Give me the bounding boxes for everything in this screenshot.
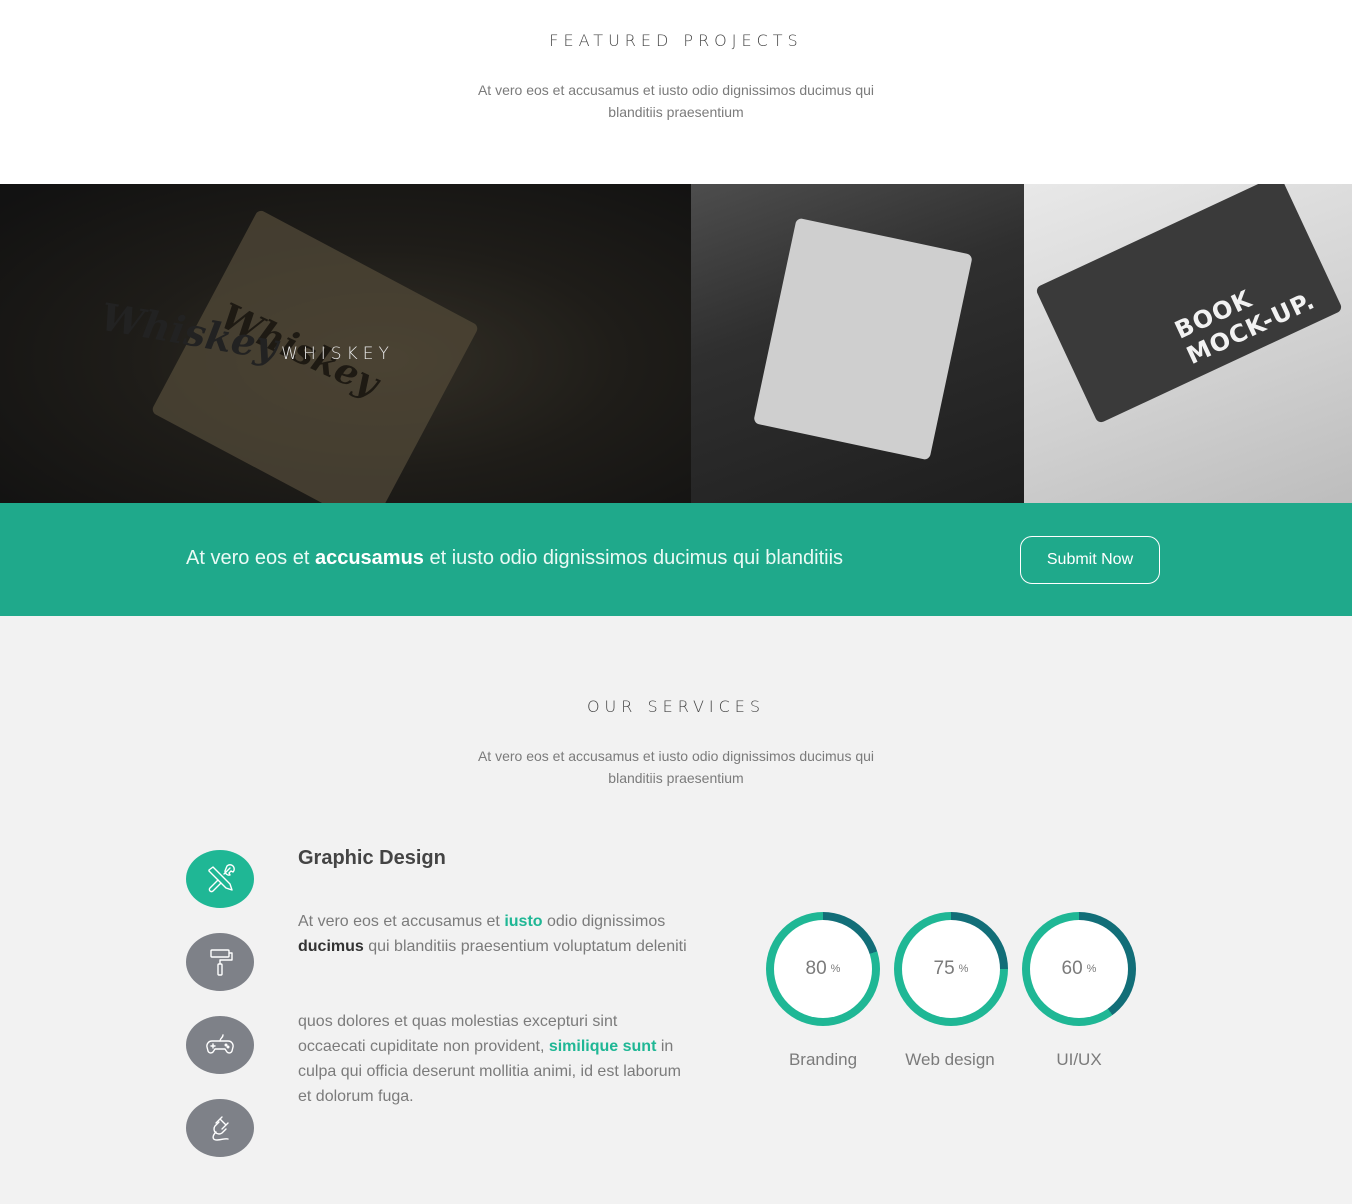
service-tab-games[interactable] [186, 1016, 254, 1074]
project-tile-whiskey-tag[interactable] [691, 184, 1024, 503]
section-title: OUR SERVICES [586, 697, 766, 716]
text-part: odio dignissimos [542, 913, 666, 930]
section-title: FEATURED PROJECTS [549, 31, 803, 50]
skill-percent: 80 [805, 958, 827, 979]
call-to-action-banner: At vero eos et accusamus et iusto odio d… [0, 503, 1352, 616]
tools-icon [208, 864, 235, 893]
cta-text: At vero eos et accusamus et iusto odio d… [186, 547, 843, 570]
text-part: qui blanditiis praesentium voluptatum de… [363, 938, 687, 955]
project-tile-whiskey-hover[interactable]: Whiskey WHISKEY [0, 184, 691, 503]
service-tab-painting[interactable] [186, 933, 254, 991]
featured-projects-section: FEATURED PROJECTS At vero eos et accusam… [0, 0, 1352, 184]
cta-text-part: At vero eos et [186, 547, 315, 569]
skill-percent: 75 [933, 958, 955, 979]
skill-value: 60% [1030, 920, 1128, 1018]
paint-roller-icon [210, 949, 233, 976]
skill-value: 80% [774, 920, 872, 1018]
percent-unit: % [1086, 963, 1097, 975]
service-tab-graphic-design[interactable] [186, 850, 254, 908]
cta-text-part: et iusto odio dignissimos ducimus qui bl… [423, 547, 844, 569]
service-title: Graphic Design [298, 847, 446, 869]
service-description: quos dolores et quas molestias excepturi… [298, 1009, 688, 1109]
text-part: At vero eos et accusamus et [298, 913, 505, 930]
project-label: WHISKEY [281, 344, 394, 364]
section-subtitle: At vero eos et accusamus et iusto odio d… [477, 748, 875, 786]
service-description: At vero eos et accusamus et iusto odio d… [298, 909, 688, 959]
project-tile-book-mockup[interactable]: BOOK MOCK-UP. [1024, 184, 1352, 503]
submit-now-button[interactable]: Submit Now [1020, 536, 1160, 584]
skill-label: Web design [905, 1050, 995, 1069]
service-tab-electric[interactable] [186, 1099, 254, 1157]
skill-percent: 60 [1061, 958, 1083, 979]
plug-icon [212, 1116, 229, 1141]
highlight-text: similique sunt [548, 1038, 657, 1055]
skill-value: 75% [902, 920, 1000, 1018]
highlight-text: iusto [504, 913, 543, 930]
skill-ring-branding: 80% [766, 912, 880, 1026]
percent-unit: % [830, 963, 841, 975]
skill-label: Branding [788, 1050, 858, 1069]
our-services-section: OUR SERVICES At vero eos et accusamus et… [0, 616, 1352, 1204]
cta-text-bold: accusamus [314, 547, 424, 569]
project-gallery: Whiskey WHISKEY BOOK MOCK-UP. Whiskey [0, 184, 1352, 503]
percent-unit: % [958, 963, 969, 975]
skill-ring-web-design: 75% [894, 912, 1008, 1026]
skill-label: UI/UX [1056, 1050, 1102, 1069]
tag-image [753, 217, 973, 461]
section-subtitle: At vero eos et accusamus et iusto odio d… [477, 82, 875, 120]
skill-ring-ui-ux: 60% [1022, 912, 1136, 1026]
bold-text: ducimus [298, 938, 364, 955]
gamepad-icon [206, 1034, 234, 1054]
